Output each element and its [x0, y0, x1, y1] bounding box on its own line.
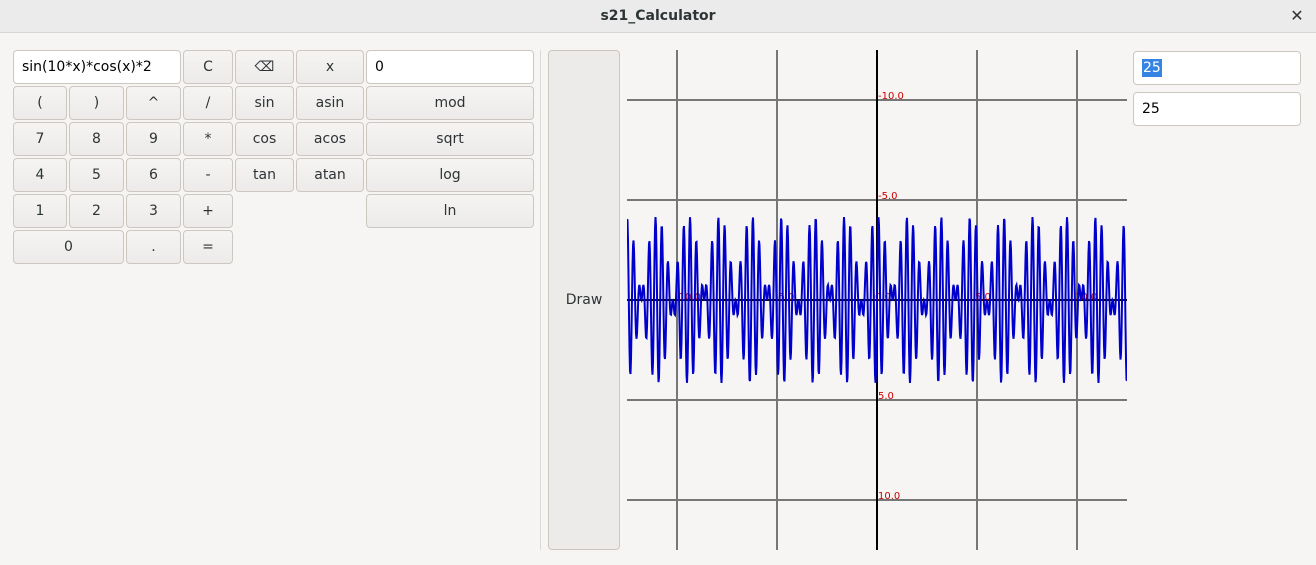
sqrt-button[interactable]: sqrt — [366, 122, 534, 156]
cos-button[interactable]: cos — [235, 122, 294, 156]
six-button[interactable]: 6 — [126, 158, 181, 192]
panel-separator — [540, 50, 541, 550]
y-tick-label: 5.0 — [878, 391, 894, 402]
nine-button[interactable]: 9 — [126, 122, 181, 156]
close-paren-button[interactable]: ) — [69, 86, 124, 120]
expression-input[interactable]: sin(10*x)*cos(x)*2 — [13, 50, 181, 84]
function-curve — [627, 216, 1127, 384]
x-variable-button[interactable]: x — [296, 50, 364, 84]
three-button[interactable]: 3 — [126, 194, 181, 228]
two-button[interactable]: 2 — [69, 194, 124, 228]
sin-button[interactable]: sin — [235, 86, 294, 120]
draw-button[interactable]: Draw — [548, 50, 620, 550]
close-icon[interactable]: ✕ — [1288, 7, 1306, 25]
five-button[interactable]: 5 — [69, 158, 124, 192]
mod-button[interactable]: mod — [366, 86, 534, 120]
one-button[interactable]: 1 — [13, 194, 67, 228]
y-tick-label: -5.0 — [878, 191, 898, 202]
x-value-input[interactable]: 0 — [366, 50, 534, 84]
four-button[interactable]: 4 — [13, 158, 67, 192]
log-button[interactable]: log — [366, 158, 534, 192]
plus-button[interactable]: + — [183, 194, 233, 228]
x-range-value: 25 — [1142, 59, 1162, 77]
zero-button[interactable]: 0 — [13, 230, 124, 264]
acos-button[interactable]: acos — [296, 122, 364, 156]
backspace-button[interactable]: ⌫ — [235, 50, 294, 84]
asin-button[interactable]: asin — [296, 86, 364, 120]
y-tick-label: 10.0 — [878, 491, 900, 502]
open-paren-button[interactable]: ( — [13, 86, 67, 120]
divide-button[interactable]: / — [183, 86, 233, 120]
minus-button[interactable]: - — [183, 158, 233, 192]
multiply-button[interactable]: * — [183, 122, 233, 156]
seven-button[interactable]: 7 — [13, 122, 67, 156]
y-tick-label: -10.0 — [878, 91, 904, 102]
eight-button[interactable]: 8 — [69, 122, 124, 156]
window-title: s21_Calculator — [600, 8, 716, 24]
ln-button[interactable]: ln — [366, 194, 534, 228]
power-button[interactable]: ^ — [126, 86, 181, 120]
title-bar: s21_Calculator ✕ — [0, 0, 1316, 33]
y-range-input[interactable]: 25 — [1133, 92, 1301, 126]
x-range-input[interactable]: 25 — [1133, 51, 1301, 85]
equals-button[interactable]: = — [183, 230, 233, 264]
atan-button[interactable]: atan — [296, 158, 364, 192]
tan-button[interactable]: tan — [235, 158, 294, 192]
graph-canvas[interactable]: -10.0-5.05.010.0-10.0 -5.0 0.0 5.0 10.0 — [627, 50, 1127, 550]
clear-button[interactable]: C — [183, 50, 233, 84]
decimal-point-button[interactable]: . — [126, 230, 181, 264]
